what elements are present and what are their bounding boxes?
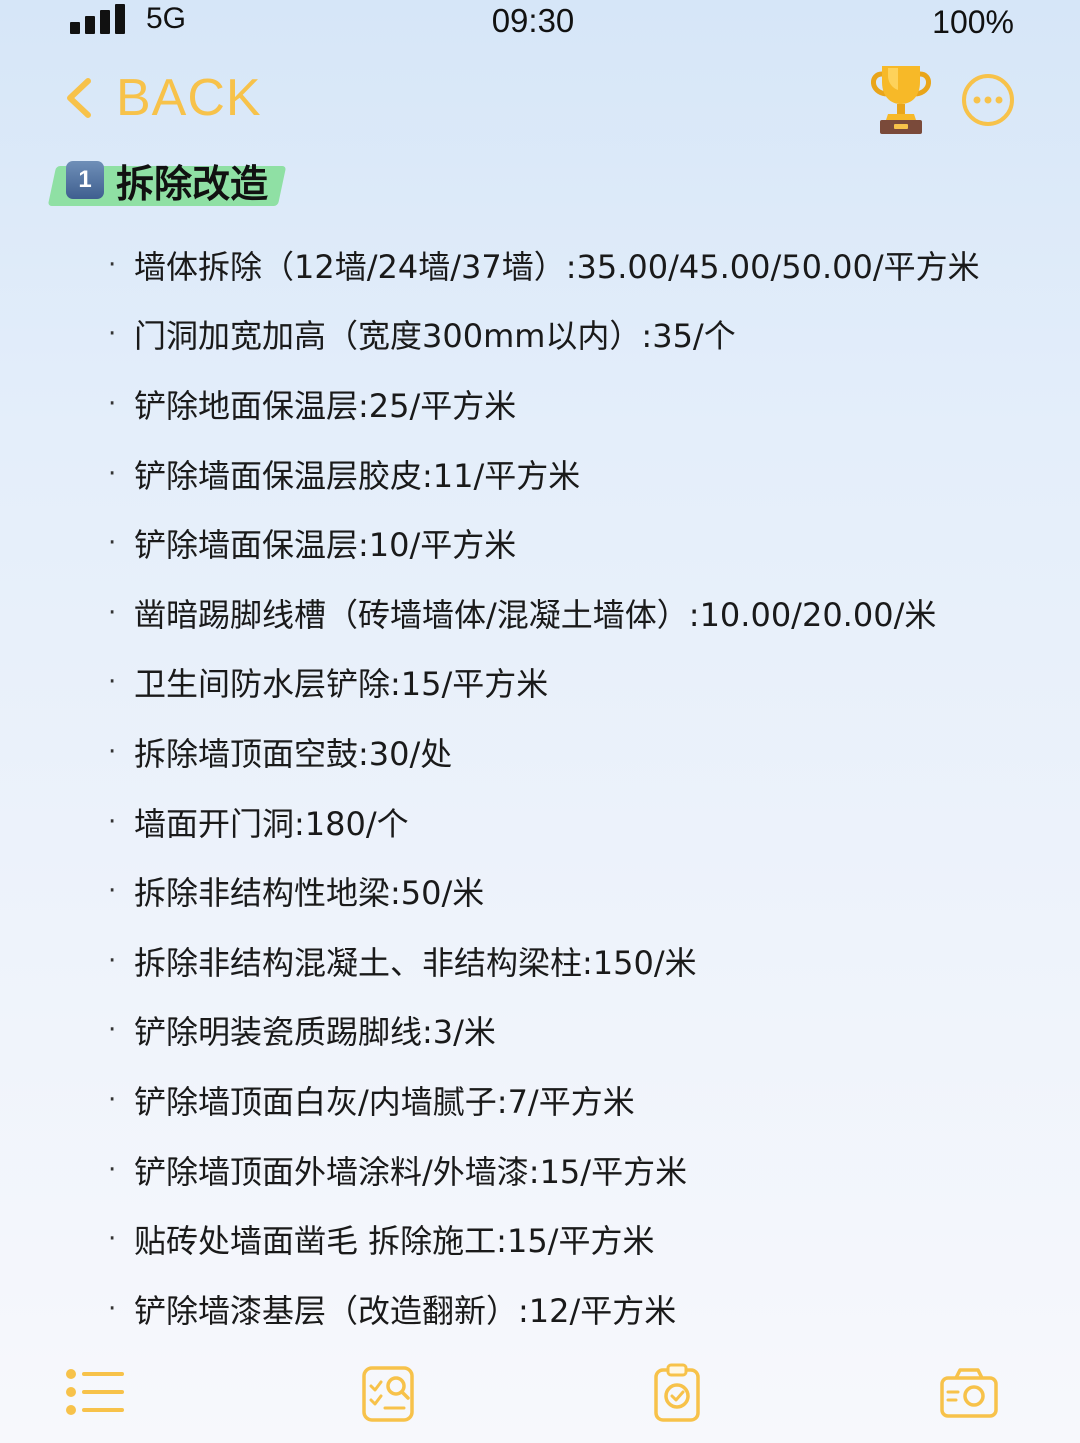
- list-item: · 拆除非结构混凝土、非结构梁柱:150/米: [108, 926, 1048, 996]
- bullet: ·: [108, 736, 117, 767]
- trophy-icon[interactable]: [868, 62, 934, 136]
- bullet: ·: [108, 1293, 117, 1324]
- list-item: · 拆除墙顶面空鼓:30/处: [108, 717, 1048, 787]
- item-text: 铲除墙顶面白灰/内墙腻子:7/平方米: [134, 1082, 635, 1121]
- section-title: 拆除改造: [116, 161, 269, 206]
- item-text: 贴砖处墙面凿毛 拆除施工:15/平方米: [134, 1222, 655, 1261]
- list-item: · 铲除地面保温层:25/平方米: [108, 369, 1048, 439]
- list-item: · 墙面开门洞:180/个: [108, 787, 1048, 857]
- item-text: 铲除地面保温层:25/平方米: [134, 386, 517, 425]
- list-item: · 铲除明装瓷质踢脚线:3/米: [108, 996, 1048, 1066]
- search-checklist-button[interactable]: [358, 1362, 420, 1424]
- item-text: 凿暗踢脚线槽（砖墙墙体/混凝土墙体）:10.00/20.00/米: [134, 595, 937, 634]
- list-item: · 墙体拆除（12墙/24墙/37墙）:35.00/45.00/50.00/平方米: [108, 230, 1048, 300]
- list-item: · 门洞加宽加高（宽度300mm以内）:35/个: [108, 300, 1048, 370]
- price-list: · 墙体拆除（12墙/24墙/37墙）:35.00/45.00/50.00/平方米…: [108, 230, 1048, 1344]
- item-text: 铲除墙顶面外墙涂料/外墙漆:15/平方米: [134, 1152, 688, 1191]
- item-text: 铲除明装瓷质踢脚线:3/米: [134, 1013, 496, 1052]
- bullet: ·: [108, 1154, 117, 1185]
- bullet: ·: [108, 806, 117, 837]
- battery-level: 100%: [932, 4, 1014, 40]
- bullet: ·: [108, 667, 117, 698]
- bullet: ·: [108, 528, 117, 559]
- item-text: 门洞加宽加高（宽度300mm以内）:35/个: [134, 317, 736, 356]
- bullet: ·: [108, 1224, 117, 1255]
- list-icon: [66, 1369, 124, 1415]
- status-time: 09:30: [491, 2, 575, 39]
- chevron-left-icon: [67, 78, 91, 118]
- camera-icon: [940, 1368, 998, 1418]
- list-item: · 卫生间防水层铲除:15/平方米: [108, 648, 1048, 718]
- bullet: ·: [108, 597, 117, 628]
- camera-button[interactable]: [938, 1362, 1000, 1424]
- item-text: 墙面开门洞:180/个: [134, 804, 409, 843]
- bullet: ·: [108, 945, 117, 976]
- item-text: 拆除非结构性地梁:50/米: [134, 874, 485, 913]
- list-item: · 凿暗踢脚线槽（砖墙墙体/混凝土墙体）:10.00/20.00/米: [108, 578, 1048, 648]
- item-text: 拆除非结构混凝土、非结构梁柱:150/米: [134, 943, 697, 982]
- clipboard-check-icon: [654, 1363, 700, 1422]
- list-button[interactable]: [62, 1362, 124, 1424]
- bullet: ·: [108, 1015, 117, 1046]
- list-item: · 铲除墙面保温层:10/平方米: [108, 508, 1048, 578]
- nav-bar: BACK: [0, 60, 1080, 140]
- list-item: · 铲除墙面保温层胶皮:11/平方米: [108, 439, 1048, 509]
- back-label: BACK: [116, 69, 262, 127]
- bullet: ·: [108, 319, 117, 350]
- search-checklist-icon: [362, 1366, 414, 1422]
- bullet: ·: [108, 458, 117, 489]
- item-text: 卫生间防水层铲除:15/平方米: [134, 665, 549, 704]
- list-item: · 贴砖处墙面凿毛 拆除施工:15/平方米: [108, 1204, 1048, 1274]
- item-text: 铲除墙面保温层胶皮:11/平方米: [134, 456, 581, 495]
- bottom-toolbar: [0, 1362, 1080, 1428]
- list-item: · 铲除墙顶面白灰/内墙腻子:7/平方米: [108, 1065, 1048, 1135]
- item-text: 铲除墙面保温层:10/平方米: [134, 526, 517, 565]
- more-icon[interactable]: [960, 72, 1016, 128]
- bullet: ·: [108, 388, 117, 419]
- list-item: · 铲除墙漆基层（改造翻新）:12/平方米: [108, 1274, 1048, 1344]
- item-text: 墙体拆除（12墙/24墙/37墙）:35.00/45.00/50.00/平方米: [134, 247, 980, 286]
- list-item: · 拆除非结构性地梁:50/米: [108, 856, 1048, 926]
- clipboard-button[interactable]: [646, 1362, 708, 1424]
- item-text: 拆除墙顶面空鼓:30/处: [134, 734, 453, 773]
- item-text: 铲除墙漆基层（改造翻新）:12/平方米: [134, 1291, 677, 1330]
- section-heading: 1 拆除改造: [47, 152, 287, 208]
- bullet: ·: [108, 1084, 117, 1115]
- list-item: · 铲除墙顶面外墙涂料/外墙漆:15/平方米: [108, 1135, 1048, 1205]
- bullet: ·: [108, 876, 117, 907]
- number-badge: 1: [66, 161, 104, 199]
- back-button[interactable]: BACK: [62, 68, 262, 128]
- status-bar: 5G 09:30 100%: [0, 0, 1080, 48]
- bullet: ·: [108, 249, 117, 280]
